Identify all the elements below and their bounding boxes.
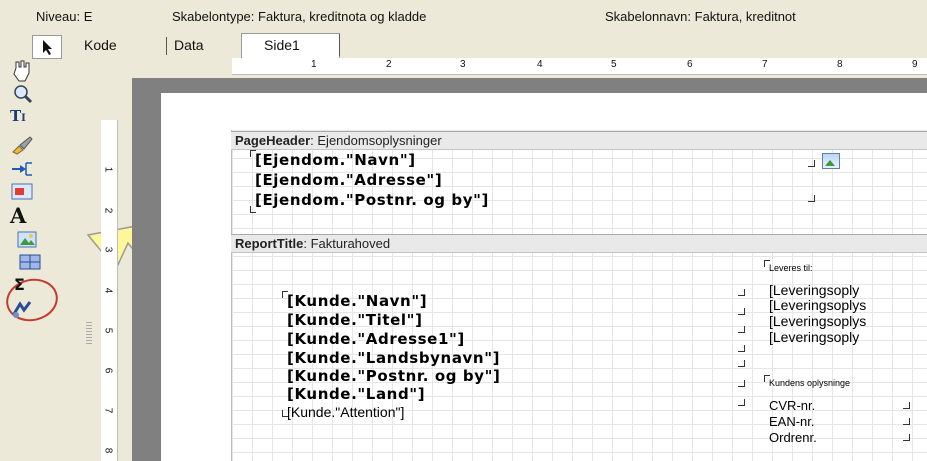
reporttitle-band-header[interactable]: ReportTitle: Fakturahoved <box>231 234 927 253</box>
font-a-icon[interactable]: A <box>10 203 34 228</box>
ruler-number: 6 <box>687 59 693 70</box>
image-field-icon[interactable] <box>10 181 34 203</box>
ruler-number: 5 <box>611 59 617 70</box>
ruler-number: 2 <box>102 207 114 214</box>
kunde-titel-field[interactable]: [Kunde."Titel"] <box>287 311 423 329</box>
toolbar-grip[interactable] <box>86 322 92 344</box>
sum-icon[interactable]: Σ <box>14 275 38 297</box>
levering-field[interactable]: [Leveringsoplys <box>769 313 866 329</box>
template-name-label: Skabelonnavn: Faktura, kreditnot <box>605 9 796 24</box>
zoom-icon[interactable] <box>10 83 34 105</box>
grid-icon[interactable] <box>18 252 42 274</box>
select-tool-button[interactable] <box>32 35 62 59</box>
field-corner-marker <box>808 160 815 167</box>
text-tool-icon[interactable]: TI <box>10 107 34 129</box>
levering-field[interactable]: [Leveringsoplys <box>769 297 866 313</box>
kunde-postnr-field[interactable]: [Kunde."Postnr. og by"] <box>287 367 501 385</box>
tab-divider <box>166 37 167 55</box>
ruler-number: 1 <box>311 59 317 70</box>
ordrenr-label: Ordrenr. <box>769 430 817 445</box>
ruler-number: 1 <box>102 166 114 173</box>
field-corner-marker <box>738 289 745 296</box>
template-type-label: Skabelontype: Faktura, kreditnota og kla… <box>172 9 427 24</box>
field-corner-marker <box>903 418 910 425</box>
ruler-number: 7 <box>762 59 768 70</box>
field-corner-marker <box>738 345 745 352</box>
kunde-navn-field[interactable]: [Kunde."Navn"] <box>287 292 427 310</box>
band-title: : Fakturahoved <box>303 236 391 251</box>
kundens-oplysninger-label: Kundens oplysninge <box>769 378 851 388</box>
ean-label: EAN-nr. <box>769 414 815 429</box>
band-name: PageHeader <box>235 133 311 148</box>
niveau-label: Niveau: E <box>36 9 93 24</box>
leveres-til-label: Leveres til: <box>769 263 813 273</box>
ruler-number: 4 <box>102 287 114 294</box>
chart-tool-icon[interactable] <box>10 298 34 320</box>
ejendom-navn-field[interactable]: [Ejendom."Navn"] <box>255 151 416 169</box>
field-corner-marker <box>250 150 256 157</box>
band-name: ReportTitle <box>235 236 304 251</box>
kunde-land-field[interactable]: [Kunde."Land"] <box>287 385 425 403</box>
kunde-attention-field[interactable]: [Kunde."Attention"] <box>287 404 404 420</box>
arrow-pointer-icon <box>43 40 52 55</box>
field-corner-marker <box>738 360 745 367</box>
ruler-number: 2 <box>386 59 392 70</box>
field-corner-marker <box>764 260 770 267</box>
levering-field[interactable]: [Leveringsoply <box>769 282 859 298</box>
tab-divider <box>339 34 340 56</box>
ruler-number: 3 <box>102 246 114 253</box>
ejendom-adresse-field[interactable]: [Ejendom."Adresse"] <box>255 171 442 189</box>
picture-icon[interactable] <box>16 229 40 251</box>
field-corner-marker <box>282 410 288 417</box>
cvr-label: CVR-nr. <box>769 398 816 413</box>
ruler-number: 7 <box>102 407 114 414</box>
tab-data[interactable]: Data <box>174 34 204 56</box>
levering-field[interactable]: [Leveringsoply <box>769 329 859 345</box>
field-corner-marker <box>903 434 910 441</box>
brush-icon[interactable] <box>10 134 34 156</box>
vertical-ruler: 1 2 3 4 5 6 7 8 <box>101 120 118 461</box>
pageheader-band-header[interactable]: PageHeader: Ejendomsoplysninger <box>231 131 927 150</box>
band-title: : Ejendomsoplysninger <box>310 133 442 148</box>
horizontal-ruler: 1 2 3 4 5 6 7 8 9 <box>232 58 927 75</box>
logo-image-icon[interactable] <box>822 153 840 169</box>
tab-side1[interactable]: Side1 <box>264 34 300 56</box>
field-corner-marker <box>903 402 910 409</box>
connector-icon[interactable] <box>10 158 34 180</box>
hand-pointer-icon[interactable] <box>10 60 34 82</box>
field-corner-marker <box>738 399 745 406</box>
field-corner-marker <box>250 206 256 213</box>
template-info-bar: Niveau: E Skabelontype: Faktura, kreditn… <box>0 0 927 30</box>
field-corner-marker <box>738 326 745 333</box>
ruler-number: 9 <box>912 59 918 70</box>
ruler-number: 3 <box>460 59 466 70</box>
tab-bar: Kode Data Side1 <box>0 31 927 59</box>
ruler-number: 5 <box>102 327 114 334</box>
kunde-adresse-field[interactable]: [Kunde."Adresse1"] <box>287 330 465 348</box>
field-corner-marker <box>738 308 745 315</box>
tool-palette: TI A Σ <box>0 57 92 461</box>
field-corner-marker <box>808 195 815 202</box>
field-corner-marker <box>738 380 745 387</box>
ejendom-postnr-field[interactable]: [Ejendom."Postnr. og by"] <box>255 191 489 209</box>
ruler-number: 4 <box>537 59 543 70</box>
ruler-number: 6 <box>102 367 114 374</box>
kunde-landsby-field[interactable]: [Kunde."Landsbynavn"] <box>287 349 500 367</box>
ruler-number: 8 <box>837 59 843 70</box>
tab-kode[interactable]: Kode <box>84 34 117 56</box>
field-corner-marker <box>764 375 770 382</box>
ruler-number: 8 <box>102 447 114 454</box>
field-corner-marker <box>282 291 288 298</box>
